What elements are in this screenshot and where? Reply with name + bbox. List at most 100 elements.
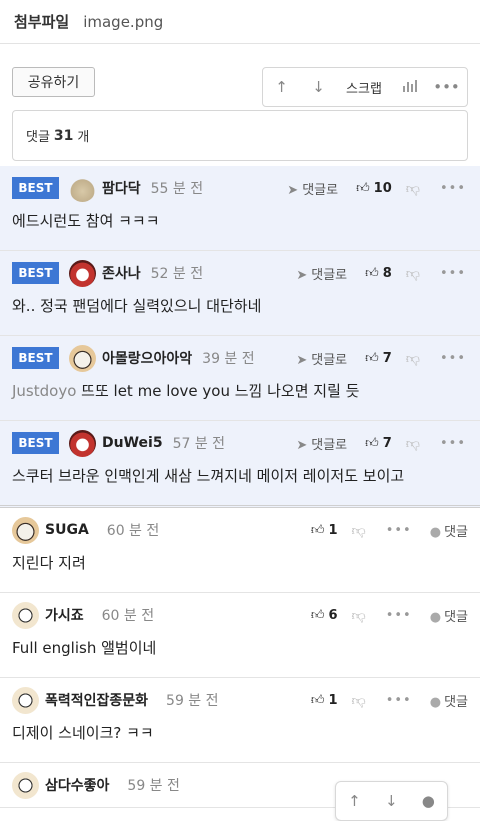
attachment-bar: 첨부파일 image.png — [0, 0, 480, 44]
more-icon[interactable]: ••• — [386, 523, 412, 538]
nickname[interactable]: 가시죠 — [45, 605, 84, 625]
upvote-icon[interactable]: ↑ — [263, 78, 300, 96]
comment: 폭력적인잡종문화 59 분 전 👍︎ 1 👎︎ ••• ● 댓글 디제이 스네이크?… — [0, 678, 480, 763]
speech-bubble-icon: ● — [429, 524, 442, 540]
comment-count-box: 댓글 31 개 — [12, 110, 468, 161]
best-comment: BEST 존사나 52 분 전 ➤ 댓글로 👍︎ 8 👎︎ ••• 와.. 정국 팬… — [0, 251, 480, 336]
attachment-label: 첨부파일 — [14, 13, 70, 31]
thumbs-up-icon: 👍︎ — [365, 350, 379, 366]
reply-target[interactable]: Justdoyo — [12, 382, 76, 400]
like-button[interactable]: 👍︎ 10 — [356, 181, 392, 196]
thumbs-down-icon[interactable]: 👎︎ — [352, 607, 366, 624]
thumbs-down-icon[interactable]: 👎︎ — [352, 522, 366, 539]
comment-list: BEST 팜다닥 55 분 전 ➤ 댓글로 👍︎ 10 👎︎ ••• 에드시런도 참… — [0, 166, 480, 808]
speech-bubble-icon: ● — [429, 609, 442, 625]
nickname[interactable]: 삼다수좋아 — [45, 775, 109, 795]
nickname[interactable]: 아몰랑으아아악 — [102, 348, 192, 368]
comment: SUGA 60 분 전 👍︎ 1 👎︎ ••• ● 댓글 지린다 지려 — [0, 508, 480, 593]
attachment-filename[interactable]: image.png — [83, 13, 163, 31]
like-button[interactable]: 👍︎ 8 — [365, 266, 392, 281]
speech-bubble-icon: ● — [429, 694, 442, 710]
scroll-down-icon[interactable]: ↓ — [385, 792, 398, 810]
comment-text: Justdoyo 뜨또 let me love you 느낌 나오면 지릴 듯 — [12, 382, 360, 400]
reply-button[interactable]: ● 댓글 — [430, 606, 468, 625]
comment-count-prefix: 댓글 — [26, 130, 50, 145]
more-icon[interactable]: ••• — [386, 608, 412, 623]
thumbs-down-icon[interactable]: 👎︎ — [352, 692, 366, 709]
timestamp: 57 분 전 — [172, 436, 226, 452]
avatar[interactable] — [12, 686, 39, 714]
reply-button[interactable]: ➤ 댓글로 — [287, 179, 338, 198]
comment-text: 에드시런도 참여 ㅋㅋㅋ — [12, 212, 160, 230]
more-icon[interactable]: ••• — [428, 78, 465, 96]
thumbs-up-icon: 👍︎ — [356, 180, 370, 196]
post-toolbar: 공유하기 ↑ ↓ 스크랩 ••• — [0, 44, 480, 107]
more-icon[interactable]: ••• — [440, 266, 466, 281]
nickname[interactable]: 존사나 — [102, 263, 141, 283]
avatar[interactable] — [12, 516, 39, 544]
thumbs-up-icon: 👍︎ — [310, 692, 325, 708]
timestamp: 60 분 전 — [101, 608, 155, 624]
avatar[interactable] — [12, 601, 39, 629]
like-button[interactable]: 👍︎ 1 — [311, 523, 338, 538]
like-button[interactable]: 👍︎ 6 — [311, 608, 338, 623]
comment-text: 디제이 스네이크? ㅋㅋ — [12, 724, 154, 742]
like-button[interactable]: 👍︎ 1 — [311, 693, 338, 708]
more-icon[interactable]: ••• — [440, 351, 466, 366]
nickname[interactable]: 팜다닥 — [102, 178, 141, 198]
share-button[interactable]: 공유하기 — [12, 67, 95, 97]
thumbs-down-icon[interactable]: 👎︎ — [406, 265, 420, 282]
send-icon: ➤ — [296, 352, 308, 368]
send-icon: ➤ — [287, 182, 299, 198]
thumbs-up-icon: 👍︎ — [365, 435, 379, 451]
thumbs-down-icon[interactable]: 👎︎ — [406, 350, 420, 367]
timestamp: 60 분 전 — [106, 523, 160, 539]
stats-icon[interactable] — [391, 78, 428, 96]
reply-button[interactable]: ➤ 댓글로 — [296, 349, 347, 368]
best-badge: BEST — [12, 432, 59, 454]
reply-button[interactable]: ● 댓글 — [430, 521, 468, 540]
like-button[interactable]: 👍︎ 7 — [365, 436, 392, 451]
thumbs-up-icon: 👍︎ — [310, 607, 325, 623]
like-button[interactable]: 👍︎ 7 — [365, 351, 392, 366]
nickname[interactable]: 폭력적인잡종문화 — [45, 690, 148, 710]
timestamp: 59 분 전 — [127, 778, 180, 794]
avatar[interactable] — [69, 344, 96, 372]
more-icon[interactable]: ••• — [386, 693, 412, 708]
avatar[interactable] — [69, 259, 96, 287]
speech-bubble-icon[interactable]: ● — [422, 792, 435, 810]
reply-button[interactable]: ● 댓글 — [430, 691, 468, 710]
thumbs-down-icon[interactable]: 👎︎ — [406, 180, 420, 197]
scroll-up-icon[interactable]: ↑ — [348, 792, 361, 810]
post-actions: ↑ ↓ 스크랩 ••• — [262, 67, 468, 107]
more-icon[interactable]: ••• — [440, 181, 466, 196]
nickname[interactable]: SUGA — [45, 522, 89, 538]
timestamp: 52 분 전 — [150, 266, 204, 282]
best-badge: BEST — [12, 177, 59, 199]
comment-text: 지린다 지려 — [12, 554, 86, 572]
avatar[interactable] — [69, 429, 96, 457]
comment-text: 스쿠터 브라운 인맥인게 새삼 느껴지네 메이저 레이저도 보이고 — [12, 467, 405, 485]
avatar[interactable] — [12, 771, 39, 799]
comment-text: Full english 앨범이네 — [12, 639, 157, 657]
best-comment: BEST DuWei5 57 분 전 ➤ 댓글로 👍︎ 7 👎︎ ••• 스쿠터 브… — [0, 421, 480, 508]
reply-button[interactable]: ➤ 댓글로 — [296, 434, 347, 453]
thumbs-down-icon[interactable]: 👎︎ — [406, 435, 420, 452]
downvote-icon[interactable]: ↓ — [300, 78, 337, 96]
best-badge: BEST — [12, 262, 59, 284]
nickname[interactable]: DuWei5 — [102, 435, 163, 451]
timestamp: 59 분 전 — [166, 693, 219, 709]
comment-text: 와.. 정국 팬덤에다 실력있으니 대단하네 — [12, 297, 262, 315]
thumbs-up-icon: 👍︎ — [365, 265, 379, 281]
reply-button[interactable]: ➤ 댓글로 — [296, 264, 347, 283]
best-badge: BEST — [12, 347, 59, 369]
scrap-button[interactable]: 스크랩 — [337, 78, 391, 97]
more-icon[interactable]: ••• — [440, 436, 466, 451]
best-comment: BEST 팜다닥 55 분 전 ➤ 댓글로 👍︎ 10 👎︎ ••• 에드시런도 참… — [0, 166, 480, 251]
send-icon: ➤ — [296, 437, 308, 453]
best-comment: BEST 아몰랑으아아악 39 분 전 ➤ 댓글로 👍︎ 7 👎︎ ••• Just… — [0, 336, 480, 421]
avatar[interactable] — [69, 174, 96, 202]
comment-count-number: 31 — [53, 127, 74, 144]
comment-count-suffix: 개 — [77, 130, 90, 145]
comment: 가시죠 60 분 전 👍︎ 6 👎︎ ••• ● 댓글 Full english 앨… — [0, 593, 480, 678]
